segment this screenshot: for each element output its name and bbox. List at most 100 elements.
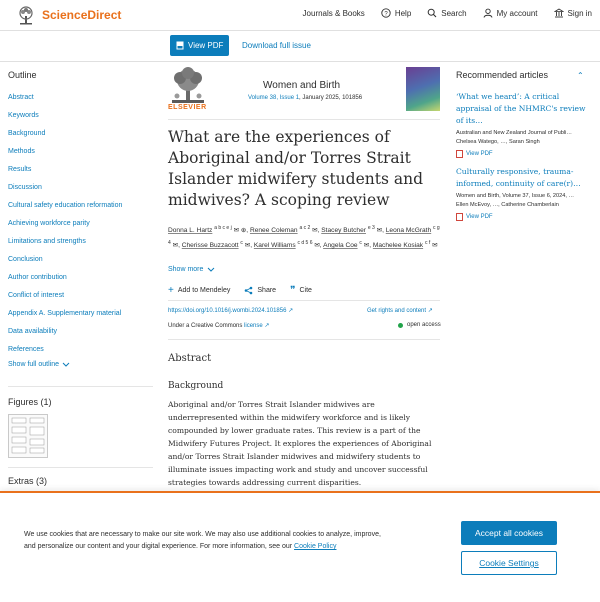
cite-button[interactable]: ❞ Cite xyxy=(290,285,312,296)
outline-item[interactable]: Cultural safety education reformation xyxy=(8,197,158,215)
journal-header: ELSEVIER Women and Birth Volume 38, Issu… xyxy=(168,64,440,116)
author-entry: Machelee Kosiak c f ✉ xyxy=(373,240,438,249)
divider xyxy=(168,339,440,340)
author-affiliation-sup[interactable]: c f xyxy=(425,240,430,246)
add-to-mendeley-button[interactable]: + Add to Mendeley xyxy=(168,285,230,296)
nav-search[interactable]: Search xyxy=(427,8,467,18)
email-icon[interactable]: ✉ xyxy=(173,242,178,249)
user-icon xyxy=(483,8,493,18)
nav-my-account[interactable]: My account xyxy=(483,8,538,18)
abstract-heading: Abstract xyxy=(168,353,212,364)
author-name-link[interactable]: Machelee Kosiak xyxy=(373,242,423,249)
outline-item[interactable]: Discussion xyxy=(8,179,158,197)
cookie-policy-link[interactable]: Cookie Policy xyxy=(294,543,336,550)
share-icon xyxy=(245,286,253,295)
outline-item[interactable]: Data availability xyxy=(8,323,158,341)
outline-list: Abstract Keywords Background Methods Results… xyxy=(8,89,158,359)
outline-item[interactable]: Limitations and strengths xyxy=(8,233,158,251)
outline-item[interactable]: Keywords xyxy=(8,107,158,125)
email-icon[interactable]: ✉ xyxy=(314,242,319,249)
email-icon[interactable]: ✉ xyxy=(245,242,250,249)
outline-item[interactable]: References xyxy=(8,341,158,359)
recommended-article-source: Women and Birth, Volume 37, Issue 6, 202… xyxy=(456,193,575,199)
author-name-link[interactable]: Angela Coe xyxy=(323,242,357,249)
recommended-view-pdf-link[interactable]: View PDF xyxy=(456,150,592,158)
outline-item[interactable]: Conclusion xyxy=(8,251,158,269)
accept-all-cookies-button[interactable]: Accept all cookies xyxy=(461,521,557,545)
author-name-link[interactable]: Renee Coleman xyxy=(250,227,298,234)
figure-thumbnail[interactable] xyxy=(8,414,48,458)
open-access-badge: open access xyxy=(398,322,441,328)
tool-label: Cite xyxy=(299,287,312,294)
journal-cover-image[interactable] xyxy=(406,67,440,111)
nav-help[interactable]: ? Help xyxy=(381,8,411,18)
issue-date: , January 2025, 101856 xyxy=(299,95,363,101)
recommended-article-source: Australian and New Zealand Journal of Pu… xyxy=(456,130,572,136)
email-icon[interactable]: ✉ xyxy=(364,242,369,249)
author-affiliation-sup[interactable]: a b c e j xyxy=(214,225,232,231)
license-prefix: Under a Creative Commons xyxy=(168,323,245,329)
outline-item[interactable]: Methods xyxy=(8,143,158,161)
share-button[interactable]: Share xyxy=(244,285,276,296)
recommended-article-title-link[interactable]: ‘What we heard’: A critical appraisal of… xyxy=(456,91,592,127)
email-icon[interactable]: ✉ ⊕ xyxy=(234,227,247,234)
show-more-button[interactable]: Show more xyxy=(168,266,215,273)
journal-name-link[interactable]: Women and Birth xyxy=(263,80,340,91)
outline-title: Outline xyxy=(8,70,37,80)
outline-item[interactable]: Background xyxy=(8,125,158,143)
cookie-settings-button[interactable]: Cookie Settings xyxy=(461,551,557,575)
collapse-recommended-chevron-icon[interactable]: ⌃ xyxy=(577,71,584,80)
help-icon: ? xyxy=(381,8,391,18)
author-name-link[interactable]: Karel Williams xyxy=(254,242,296,249)
view-pdf-button[interactable]: View PDF xyxy=(170,35,230,56)
recommended-article: ‘What we heard’: A critical appraisal of… xyxy=(456,91,592,158)
download-full-issue-link[interactable]: Download full issue xyxy=(242,41,311,50)
show-full-outline-button[interactable]: Show full outline xyxy=(8,361,158,368)
author-entry: Renee Coleman a c 2 ✉, xyxy=(249,225,322,235)
email-icon[interactable]: ✉ xyxy=(312,227,317,234)
recommended-view-pdf-link[interactable]: View PDF xyxy=(456,213,592,221)
cookie-settings-label: Cookie Settings xyxy=(479,558,539,568)
chevron-down-icon xyxy=(208,267,215,272)
license-link[interactable]: license ↗ xyxy=(244,323,269,329)
volume-issue-link[interactable]: Volume 38, Issue 1 xyxy=(248,95,299,101)
recommended-article-authors: Ellen McEvoy, …, Catherine Chamberlain xyxy=(456,202,559,208)
cookie-text: We use cookies that are necessary to mak… xyxy=(24,529,384,553)
top-header: ScienceDirect Journals & Books ? Help Se… xyxy=(0,0,600,31)
nav-sign-in[interactable]: Sign in xyxy=(553,8,592,18)
get-rights-link[interactable]: Get rights and content ↗ xyxy=(367,307,433,314)
divider xyxy=(8,467,153,468)
show-full-outline-label: Show full outline xyxy=(8,361,59,368)
nav-journals-books[interactable]: Journals & Books xyxy=(303,8,365,18)
publisher-name: ELSEVIER xyxy=(168,104,207,111)
license-text: Under a Creative Commons license ↗ xyxy=(168,322,269,329)
author-affiliation-sup[interactable]: c xyxy=(359,240,362,246)
plus-icon: + xyxy=(168,285,174,296)
figures-title: Figures (1) xyxy=(8,397,52,407)
brand-logo-link[interactable]: ScienceDirect xyxy=(16,5,121,25)
recommended-article-title-link[interactable]: Culturally responsive, trauma-informed, … xyxy=(456,166,592,190)
outline-item[interactable]: Appendix A. Supplementary material xyxy=(8,305,158,323)
nav-label: Sign in xyxy=(567,8,592,18)
author-name-link[interactable]: Cherisse Buzzacott xyxy=(182,242,239,249)
outline-item[interactable]: Abstract xyxy=(8,89,158,107)
author-affiliation-sup[interactable]: c d 5 6 xyxy=(297,240,312,246)
outline-item[interactable]: Author contribution xyxy=(8,269,158,287)
author-affiliation-sup[interactable]: c xyxy=(240,240,243,246)
author-affiliation-sup[interactable]: a c 2 xyxy=(299,225,310,231)
recommended-article: Culturally responsive, trauma-informed, … xyxy=(456,166,592,221)
author-name-link[interactable]: Leona McGrath xyxy=(386,227,431,234)
email-icon[interactable]: ✉ xyxy=(432,242,437,249)
outline-item[interactable]: Achieving workforce parity xyxy=(8,215,158,233)
outline-item[interactable]: Conflict of interest xyxy=(8,287,158,305)
view-pdf-label: View PDF xyxy=(188,41,224,50)
author-affiliation-sup[interactable]: e 3 xyxy=(368,225,375,231)
author-name-link[interactable]: Stacey Butcher xyxy=(321,227,366,234)
email-icon[interactable]: ✉ xyxy=(377,227,382,234)
elsevier-tree-icon xyxy=(19,6,33,25)
outline-item[interactable]: Results xyxy=(8,161,158,179)
article-action-bar: View PDF Download full issue xyxy=(0,31,600,62)
doi-link[interactable]: https://doi.org/10.1016/j.wombi.2024.101… xyxy=(168,307,293,314)
author-name-link[interactable]: Donna L. Hartz xyxy=(168,227,212,234)
pdf-icon xyxy=(176,41,184,50)
